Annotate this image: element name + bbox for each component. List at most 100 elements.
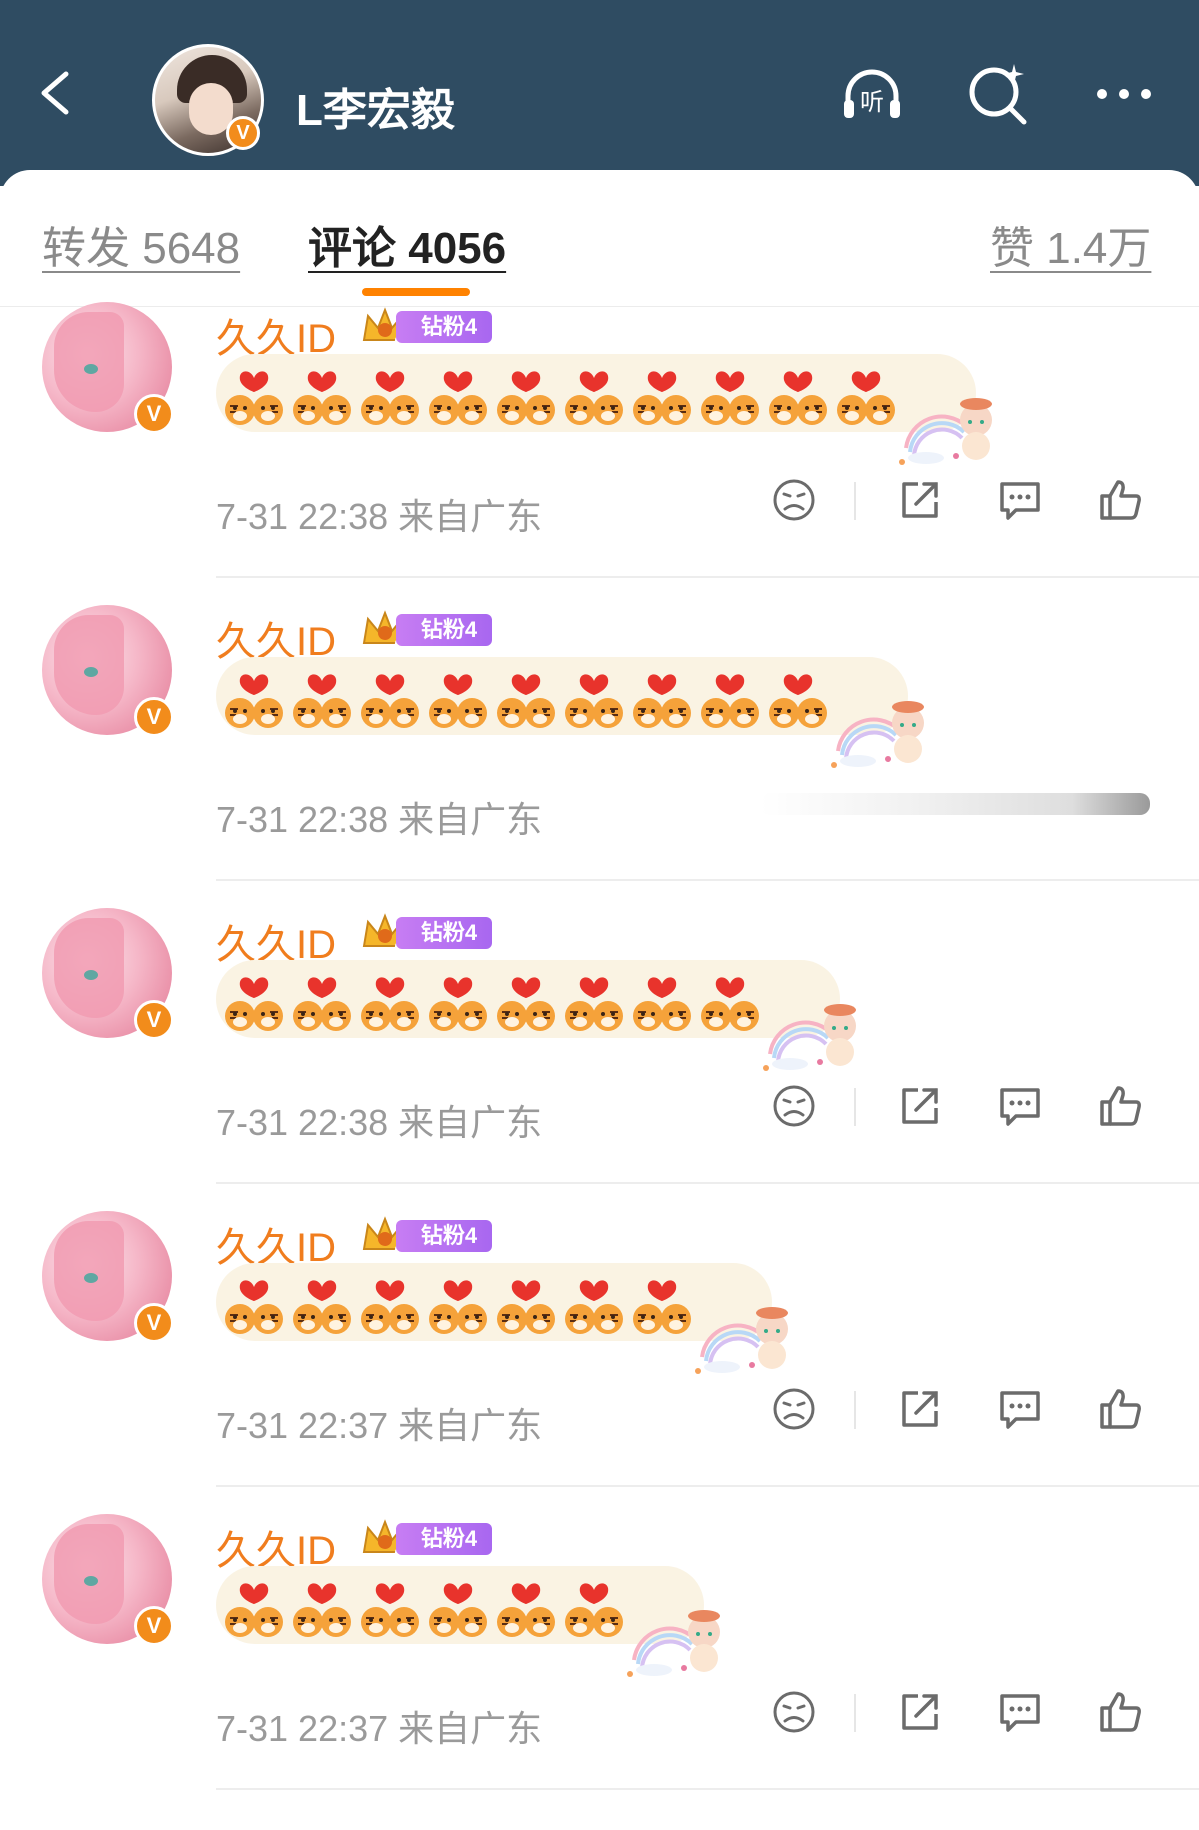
tab-likes[interactable]: 赞 1.4万	[990, 212, 1151, 276]
heart-tiger-emoji	[288, 360, 356, 430]
heart-tiger-emoji	[220, 663, 288, 733]
heart-tiger-emoji	[424, 1269, 492, 1339]
search-icon[interactable]	[966, 62, 1030, 126]
heart-tiger-emoji	[628, 360, 696, 430]
heart-tiger-emoji	[492, 966, 560, 1036]
comment-actions	[760, 1082, 1160, 1138]
heart-tiger-emoji	[560, 1269, 628, 1339]
comment-meta: 7-31 22:37 来自广东	[216, 1405, 543, 1446]
heart-tiger-emoji	[696, 966, 764, 1036]
comment-actions	[760, 1385, 1160, 1441]
tab-comments[interactable]: 评论 4056	[308, 212, 506, 276]
heart-tiger-emoji	[560, 966, 628, 1036]
share-icon[interactable]	[896, 1385, 944, 1433]
fan-badge[interactable]: 6 钻粉4	[360, 1215, 492, 1257]
comment-divider	[216, 1182, 1199, 1184]
like-icon[interactable]	[1096, 476, 1144, 524]
dislike-face-icon[interactable]	[770, 1082, 818, 1130]
commenter-avatar[interactable]: V	[42, 908, 174, 1040]
back-icon[interactable]	[34, 70, 80, 116]
heart-tiger-emoji	[220, 360, 288, 430]
commenter-avatar[interactable]: V	[42, 302, 174, 434]
verified-badge: V	[134, 697, 174, 737]
dislike-face-icon[interactable]	[770, 476, 818, 524]
more-icon[interactable]	[1092, 62, 1156, 126]
heart-tiger-emoji	[220, 1269, 288, 1339]
heart-tiger-emoji	[288, 663, 356, 733]
fan-badge-label: 钻粉4	[396, 917, 492, 949]
dislike-face-icon[interactable]	[770, 1385, 818, 1433]
comment-item: V 久久ID 6 钻粉4	[0, 882, 1199, 1184]
author-name[interactable]: L李宏毅	[296, 74, 455, 138]
emoji-row	[220, 360, 900, 430]
fan-badge-label: 钻粉4	[396, 614, 492, 646]
heart-tiger-emoji	[696, 360, 764, 430]
heart-tiger-emoji	[356, 360, 424, 430]
reply-icon[interactable]	[996, 476, 1044, 524]
heart-tiger-emoji	[424, 663, 492, 733]
comment-item: V 久久ID 6 钻粉4	[0, 276, 1199, 578]
comment-divider	[216, 1788, 1199, 1790]
reply-icon[interactable]	[996, 1688, 1044, 1736]
fan-badge[interactable]: 6 钻粉4	[360, 609, 492, 651]
comment-item: V 久久ID 6 钻粉4	[0, 1185, 1199, 1487]
fan-badge[interactable]: 6 钻粉4	[360, 1518, 492, 1560]
share-icon[interactable]	[896, 1082, 944, 1130]
heart-tiger-emoji	[220, 1572, 288, 1642]
action-separator	[854, 1088, 856, 1126]
verified-badge: V	[134, 1303, 174, 1343]
comment-actions	[760, 476, 1160, 532]
comment-item: V 久久ID 6 钻粉4	[0, 1488, 1199, 1790]
bunny-rainbow-sticker	[831, 701, 924, 768]
dislike-face-icon[interactable]	[770, 1688, 818, 1736]
like-icon[interactable]	[1096, 1688, 1144, 1736]
fan-badge-label: 钻粉4	[396, 311, 492, 343]
commenter-avatar[interactable]: V	[42, 605, 174, 737]
heart-tiger-emoji	[424, 966, 492, 1036]
fan-badge-label: 钻粉4	[396, 1523, 492, 1555]
heart-tiger-emoji	[560, 663, 628, 733]
listen-icon[interactable]: 听	[840, 62, 904, 126]
emoji-row	[220, 1269, 696, 1339]
share-icon[interactable]	[896, 1688, 944, 1736]
heart-tiger-emoji	[628, 1269, 696, 1339]
commenter-avatar[interactable]: V	[42, 1211, 174, 1343]
fan-badge[interactable]: 6 钻粉4	[360, 306, 492, 348]
comment-divider	[216, 576, 1199, 578]
fan-badge[interactable]: 6 钻粉4	[360, 912, 492, 954]
reply-icon[interactable]	[996, 1385, 1044, 1433]
comment-meta: 7-31 22:38 来自广东	[216, 496, 543, 537]
heart-tiger-emoji	[764, 360, 832, 430]
commenter-avatar[interactable]: V	[42, 1514, 174, 1646]
bunny-rainbow-sticker	[763, 1004, 856, 1071]
bunny-rainbow-sticker	[899, 398, 992, 465]
comment-meta: 7-31 22:37 来自广东	[216, 1708, 543, 1749]
top-bar: V L李宏毅 听	[0, 0, 1199, 186]
comment-meta: 7-31 22:38 来自广东	[216, 1102, 543, 1143]
heart-tiger-emoji	[492, 1572, 560, 1642]
bunny-rainbow-sticker	[695, 1307, 788, 1374]
heart-tiger-emoji	[424, 1572, 492, 1642]
heart-tiger-emoji	[288, 1572, 356, 1642]
heart-tiger-emoji	[288, 1269, 356, 1339]
reply-icon[interactable]	[996, 1082, 1044, 1130]
verified-badge: V	[226, 116, 260, 150]
heart-tiger-emoji	[628, 663, 696, 733]
comment-actions	[760, 1688, 1160, 1744]
comments-panel: 转发 5648 评论 4056 赞 1.4万 V 久久ID 6 钻粉4	[0, 170, 1199, 1830]
tab-reposts[interactable]: 转发 5648	[42, 212, 240, 276]
like-icon[interactable]	[1096, 1082, 1144, 1130]
heart-tiger-emoji	[628, 966, 696, 1036]
heart-tiger-emoji	[696, 663, 764, 733]
emoji-row	[220, 663, 832, 733]
heart-tiger-emoji	[492, 1269, 560, 1339]
verified-badge: V	[134, 1606, 174, 1646]
verified-badge: V	[134, 1000, 174, 1040]
action-separator	[854, 1391, 856, 1429]
action-separator	[854, 1694, 856, 1732]
emoji-row	[220, 966, 764, 1036]
like-icon[interactable]	[1096, 1385, 1144, 1433]
heart-tiger-emoji	[356, 966, 424, 1036]
heart-tiger-emoji	[560, 360, 628, 430]
share-icon[interactable]	[896, 476, 944, 524]
